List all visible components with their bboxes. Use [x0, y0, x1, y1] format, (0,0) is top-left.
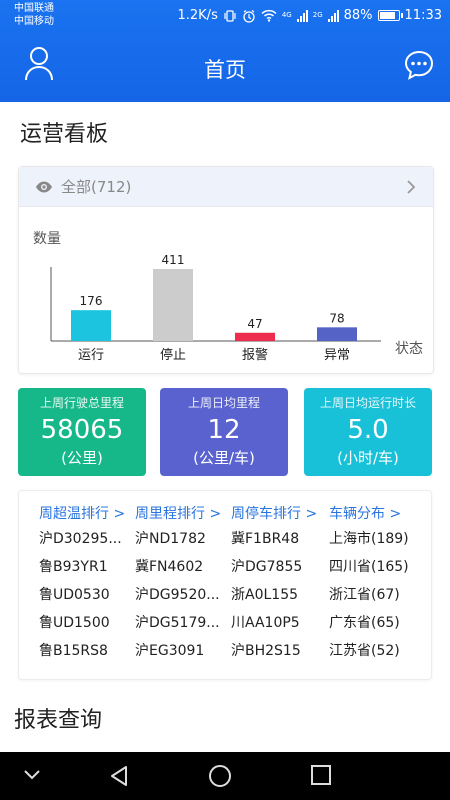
stat-card-daily-mileage[interactable]: 上周日均里程 12 (公里/车) [160, 388, 288, 476]
recent-apps-icon[interactable] [310, 764, 332, 786]
status-right: 1.2K/s 4G 2G 88% 11:33 [177, 8, 442, 23]
stat-card-daily-runtime[interactable]: 上周日均运行时长 5.0 (小时/车) [304, 388, 432, 476]
list-item[interactable]: 沪DG9520... [135, 581, 227, 609]
bar-value-label: 176 [80, 294, 103, 308]
x-axis-label: 状态 [395, 341, 423, 357]
ranking-header-parking[interactable]: 周停车排行 > [231, 503, 325, 525]
list-item[interactable]: 鲁B15RS8 [39, 637, 131, 665]
network-type-1: 4G [281, 11, 292, 19]
x-tick-label: 运行 [78, 348, 104, 363]
system-nav-bar [0, 752, 450, 800]
status-bar: 中国联通 中国移动 1.2K/s 4G 2G 88% 11:33 [0, 0, 450, 36]
ranking-card: 周超温排行 > 沪D30295... 鲁B93YR1 鲁UD0530 鲁UD15… [18, 490, 432, 680]
list-item[interactable]: 江苏省(52) [329, 637, 429, 665]
network-speed: 1.2K/s [177, 8, 218, 23]
stat-card-total-mileage[interactable]: 上周行驶总里程 58065 (公里) [18, 388, 146, 476]
bar-value-label: 47 [247, 317, 262, 331]
bar-2 [235, 332, 275, 341]
bar-3 [317, 327, 357, 341]
eye-icon [36, 181, 52, 192]
list-item[interactable]: 鲁UD1500 [39, 609, 131, 637]
list-item[interactable]: 鲁UD0530 [39, 581, 131, 609]
list-item[interactable]: 沪EG3091 [135, 637, 227, 665]
stat-unit: (小时/车) [337, 449, 399, 467]
home-icon[interactable] [208, 764, 232, 788]
signal-1-icon [296, 9, 308, 22]
carrier-info: 中国联通 中国移动 [14, 2, 54, 28]
list-item[interactable]: 广东省(65) [329, 609, 429, 637]
y-axis-label: 数量 [33, 231, 61, 247]
nav-bar: 首页 [0, 42, 450, 92]
app-header: 中国联通 中国移动 1.2K/s 4G 2G 88% 11:33 首页 [0, 0, 450, 102]
page-title: 首页 [204, 58, 246, 82]
chevron-down-icon[interactable] [22, 768, 42, 782]
ranking-column-mileage: 周里程排行 > 沪ND1782 冀FN4602 沪DG9520... 沪DG51… [135, 503, 227, 665]
filter-label: 全部(712) [61, 178, 132, 196]
ranking-header-mileage[interactable]: 周里程排行 > [135, 503, 227, 525]
alarm-icon [243, 9, 255, 23]
chevron-right-icon[interactable] [405, 179, 417, 195]
list-item[interactable]: 沪ND1782 [135, 525, 227, 553]
stat-unit: (公里/车) [193, 449, 255, 467]
carrier-1: 中国联通 [14, 3, 54, 14]
signal-2-icon [327, 9, 339, 22]
stat-unit: (公里) [61, 449, 103, 467]
status-bar-chart: 数量状态 176 运行 411 停止 47 报警 78 异常 [33, 231, 423, 363]
list-item[interactable]: 沪D30295... [39, 525, 131, 553]
stat-value: 5.0 [347, 415, 389, 445]
bar-1 [153, 269, 193, 341]
bar-0 [71, 310, 111, 341]
stat-label: 上周行驶总里程 [39, 396, 124, 410]
x-tick-label: 报警 [242, 347, 268, 363]
network-type-2: 2G [312, 11, 323, 19]
stat-value: 58065 [40, 415, 124, 445]
stat-value: 12 [207, 415, 241, 445]
x-tick-label: 异常 [324, 348, 350, 363]
ranking-column-parking: 周停车排行 > 冀F1BR48 沪DG7855 浙A0L155 川AA10P5 … [231, 503, 325, 665]
x-tick-label: 停止 [160, 347, 186, 363]
bar-value-label: 78 [329, 311, 344, 325]
list-item[interactable]: 四川省(165) [329, 553, 429, 581]
ranking-column-temperature: 周超温排行 > 沪D30295... 鲁B93YR1 鲁UD0530 鲁UD15… [39, 503, 131, 665]
list-item[interactable]: 冀FN4602 [135, 553, 227, 581]
report-title: 报表查询 [14, 708, 103, 733]
wifi-icon [261, 9, 277, 22]
vibrate-icon [224, 9, 236, 22]
clock-time: 11:33 [404, 8, 442, 23]
ranking-header-distribution[interactable]: 车辆分布 > [329, 503, 429, 525]
list-item[interactable]: 鲁B93YR1 [39, 553, 131, 581]
list-item[interactable]: 浙江省(67) [329, 581, 429, 609]
filter-bar[interactable]: 全部(712) [19, 167, 433, 207]
ranking-column-distribution: 车辆分布 > 上海市(189) 四川省(165) 浙江省(67) 广东省(65)… [329, 503, 429, 665]
ranking-header-temperature[interactable]: 周超温排行 > [39, 503, 131, 525]
carrier-2: 中国移动 [14, 16, 54, 27]
list-item[interactable]: 上海市(189) [329, 525, 429, 553]
stat-label: 上周日均里程 [187, 396, 260, 410]
battery-percent: 88% [343, 8, 373, 23]
stat-label: 上周日均运行时长 [319, 396, 416, 410]
battery-icon [377, 10, 403, 21]
chart-card: 全部(712) 数量状态 176 运行 411 停止 47 报警 78 异常 [18, 166, 434, 374]
message-icon[interactable] [404, 50, 434, 80]
dashboard-title: 运营看板 [20, 122, 109, 147]
list-item[interactable]: 沪BH2S15 [231, 637, 325, 665]
bar-value-label: 411 [162, 253, 185, 267]
list-item[interactable]: 川AA10P5 [231, 609, 325, 637]
list-item[interactable]: 沪DG5179... [135, 609, 227, 637]
list-item[interactable]: 冀F1BR48 [231, 525, 325, 553]
back-icon[interactable] [108, 764, 130, 788]
list-item[interactable]: 浙A0L155 [231, 581, 325, 609]
list-item[interactable]: 沪DG7855 [231, 553, 325, 581]
